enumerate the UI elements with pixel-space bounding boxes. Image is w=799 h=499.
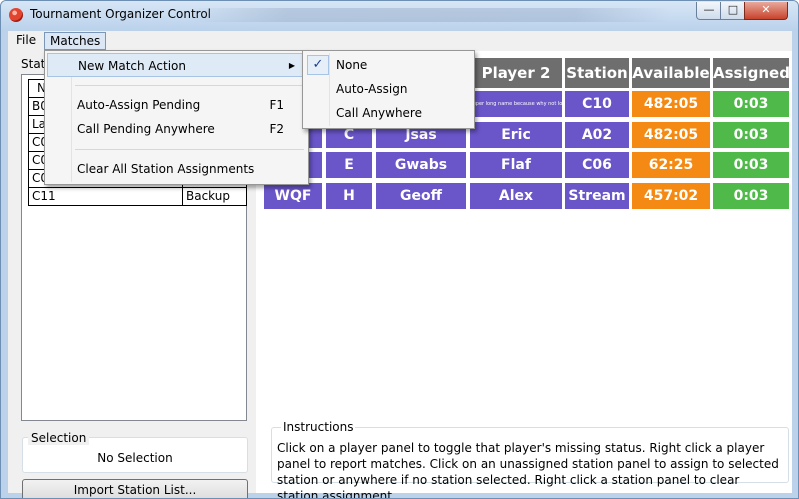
player2-panel[interactable]: super long name because why not lol? [470, 91, 562, 117]
menu-item-new-match-action[interactable]: New Match Action ▶ [47, 53, 304, 77]
submenu-item-call-anywhere[interactable]: Call Anywhere [305, 101, 470, 125]
menu-shortcut: F2 [269, 122, 284, 136]
station-panel[interactable]: Stream [565, 183, 629, 209]
round-panel[interactable]: H [326, 183, 372, 209]
submenu-arrow-icon: ▶ [288, 61, 295, 70]
selection-value: No Selection [97, 451, 173, 465]
station-type: Backup [182, 188, 247, 206]
close-button[interactable]: ✕ [744, 2, 788, 20]
submenu-item-none[interactable]: ✓ None [305, 53, 470, 77]
available-time: 62:25 [632, 152, 710, 178]
assigned-time: 0:03 [713, 122, 789, 148]
title-bar[interactable]: Tournament Organizer Control — □ ✕ [1, 1, 798, 29]
submenu-item-label: Auto-Assign [336, 82, 408, 96]
instructions-legend: Instructions [281, 420, 356, 434]
match-id-panel[interactable]: WQF [264, 183, 322, 209]
player1-panel[interactable]: Gwabs [376, 152, 466, 178]
player2-panel[interactable]: Eric [470, 122, 562, 148]
station-panel[interactable]: C10 [565, 91, 629, 117]
header-station: Station [565, 58, 629, 88]
close-icon: ✕ [761, 3, 771, 16]
header-assigned: Assigned [713, 58, 790, 88]
available-time: 482:05 [632, 91, 710, 117]
menu-separator [75, 85, 304, 86]
menu-separator [75, 149, 304, 150]
player2-panel[interactable]: Alex [470, 183, 562, 209]
station-panel[interactable]: A02 [565, 122, 629, 148]
matches-dropdown-menu: New Match Action ▶ Auto-Assign Pending F… [44, 50, 309, 185]
submenu-item-label: Call Anywhere [336, 106, 422, 120]
blurred-region [191, 8, 671, 22]
instructions-group: Instructions Click on a player panel to … [271, 420, 789, 498]
assigned-time: 0:03 [713, 183, 789, 209]
instructions-text: Click on a player panel to toggle that p… [277, 441, 779, 499]
checkmark-icon: ✓ [312, 57, 324, 72]
maximize-button[interactable]: □ [720, 2, 746, 20]
import-station-list-button[interactable]: Import Station List... [22, 479, 248, 498]
maximize-icon: □ [727, 3, 739, 16]
new-match-action-submenu: ✓ None Auto-Assign Call Anywhere [302, 50, 475, 129]
menu-item-label: Call Pending Anywhere [77, 122, 215, 136]
selection-legend: Selection [28, 431, 90, 445]
player1-panel[interactable]: Geoff [376, 183, 466, 209]
menu-file[interactable]: File [11, 32, 41, 49]
app-icon [9, 8, 23, 22]
station-name: C11 [28, 188, 183, 206]
station-row[interactable]: C11 Backup [28, 188, 247, 206]
menu-matches[interactable]: Matches [44, 32, 107, 50]
menu-item-auto-assign-pending[interactable]: Auto-Assign Pending F1 [47, 93, 304, 117]
menu-bar: File Matches [8, 31, 792, 51]
available-time: 482:05 [632, 122, 710, 148]
menu-item-call-pending-anywhere[interactable]: Call Pending Anywhere F2 [47, 117, 304, 141]
submenu-item-auto-assign[interactable]: Auto-Assign [305, 77, 470, 101]
header-available: Available [632, 58, 710, 88]
minimize-icon: — [703, 3, 715, 16]
assigned-time: 0:03 [713, 91, 789, 117]
round-panel[interactable]: E [326, 152, 372, 178]
player2-panel[interactable]: Flaf [470, 152, 562, 178]
station-panel[interactable]: C06 [565, 152, 629, 178]
submenu-item-label: None [336, 58, 368, 72]
minimize-button[interactable]: — [696, 2, 722, 20]
checkmark-box: ✓ [307, 55, 329, 75]
window-title: Tournament Organizer Control [30, 7, 212, 21]
available-time: 457:02 [632, 183, 710, 209]
menu-item-label: New Match Action [78, 59, 186, 73]
assigned-time: 0:03 [713, 152, 789, 178]
stations-label: Stat [21, 57, 46, 71]
menu-item-label: Auto-Assign Pending [77, 98, 201, 112]
menu-item-clear-all-station-assignments[interactable]: Clear All Station Assignments [47, 157, 304, 181]
menu-item-label: Clear All Station Assignments [77, 162, 255, 176]
menu-shortcut: F1 [269, 98, 284, 112]
app-window: Tournament Organizer Control — □ ✕ File … [0, 0, 799, 499]
header-player2: Player 2 [470, 58, 562, 88]
